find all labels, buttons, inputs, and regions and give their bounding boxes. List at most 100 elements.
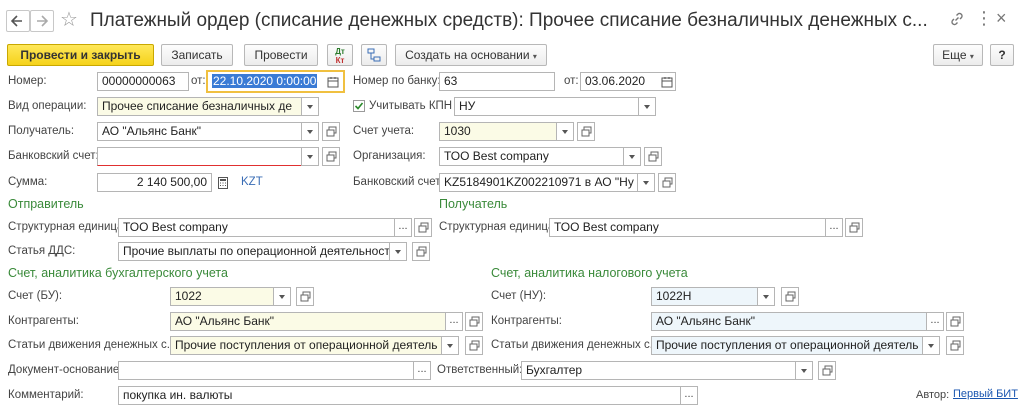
bank-account-dropdown-button[interactable] <box>301 147 319 166</box>
account-nu-dropdown-button[interactable] <box>757 287 775 306</box>
calendar-icon[interactable] <box>659 73 675 90</box>
responsible-dropdown-button[interactable] <box>795 361 813 380</box>
favorite-star-icon[interactable]: ☆ <box>60 8 78 32</box>
structure-button[interactable] <box>361 44 387 66</box>
forward-button[interactable] <box>30 10 54 32</box>
operation-label: Вид операции: <box>8 100 87 112</box>
dt-kt-button[interactable]: Дт Кт <box>327 44 353 66</box>
currency-link[interactable]: KZT <box>241 174 263 190</box>
bank-account2-dropdown-button[interactable] <box>637 173 655 192</box>
bank-account2-open-button[interactable] <box>658 173 676 192</box>
comment-label: Комментарий: <box>8 389 84 401</box>
recipient-dropdown-button[interactable] <box>301 122 319 141</box>
movement-bu-dropdown-button[interactable] <box>441 336 459 355</box>
more-button[interactable]: Еще ▾ <box>933 44 983 66</box>
recipient-input[interactable]: АО "Альянс Банк" <box>97 122 302 141</box>
recipient-label: Получатель: <box>8 125 75 137</box>
sender-unit-input[interactable]: ТОО Best company <box>118 218 395 237</box>
number-input[interactable]: 00000000063 <box>97 72 189 91</box>
sender-unit-select-button[interactable]: ... <box>394 218 412 237</box>
movement-nu-label: Статьи движения денежных с... <box>491 339 660 351</box>
contractors-bu-input[interactable]: АО "Альянс Банк" <box>170 312 446 331</box>
post-and-close-button[interactable]: Провести и закрыть <box>7 44 154 66</box>
contractors-nu-select-button[interactable]: ... <box>926 312 944 331</box>
help-button[interactable]: ? <box>990 44 1014 66</box>
menu-dots-icon[interactable]: ⋮ <box>975 6 993 30</box>
dds-dropdown-button[interactable] <box>389 242 407 261</box>
account-open-button[interactable] <box>577 122 595 141</box>
dds-input[interactable]: Прочие выплаты по операционной деятельно… <box>118 242 390 261</box>
kpn-checkbox[interactable] <box>353 100 365 112</box>
responsible-open-button[interactable] <box>818 361 836 380</box>
arrow-left-icon <box>10 15 22 27</box>
bank-number-input[interactable]: 63 <box>439 72 555 91</box>
dds-open-button[interactable] <box>412 242 430 261</box>
open-window-icon <box>469 340 480 351</box>
bank-account-input[interactable] <box>97 147 302 166</box>
operation-select[interactable]: Прочее списание безналичных де <box>97 97 302 116</box>
account-nu-input[interactable]: 1022Н <box>651 287 758 306</box>
contractors-nu-input[interactable]: АО "Альянс Банк" <box>651 312 927 331</box>
comment-edit-button[interactable]: ... <box>680 386 698 405</box>
calculator-icon[interactable] <box>215 174 231 191</box>
movement-nu-dropdown-button[interactable] <box>922 336 940 355</box>
bank-account2-input[interactable]: KZ5184901KZ002210971 в АО "Ну <box>439 173 638 192</box>
chevron-down-icon <box>629 154 635 159</box>
back-button[interactable] <box>6 10 30 32</box>
link-icon[interactable] <box>948 10 966 31</box>
bank-account-label: Банковский счет: <box>8 150 99 162</box>
calendar-icon[interactable] <box>325 73 341 90</box>
kpn-dropdown-button[interactable] <box>638 97 656 116</box>
contractors-bu-select-button[interactable]: ... <box>445 312 463 331</box>
receiver-unit-select-button[interactable]: ... <box>825 218 843 237</box>
close-icon[interactable]: × <box>996 6 1007 30</box>
post-button[interactable]: Провести <box>244 44 318 66</box>
movement-bu-label: Статьи движения денежных с... <box>8 339 177 351</box>
recipient-open-button[interactable] <box>322 122 340 141</box>
chevron-down-icon <box>307 154 313 159</box>
responsible-label: Ответственный: <box>437 364 523 376</box>
open-window-icon <box>418 222 429 233</box>
account-bu-input[interactable]: 1022 <box>170 287 274 306</box>
movement-bu-open-button[interactable] <box>465 336 483 355</box>
bank-account-open-button[interactable] <box>322 147 340 166</box>
account-bu-open-button[interactable] <box>296 287 314 306</box>
number-label: Номер: <box>8 75 47 87</box>
movement-nu-input[interactable]: Прочие поступления от операционной деяте… <box>651 336 923 355</box>
account-input[interactable]: 1030 <box>439 122 557 141</box>
open-window-icon <box>416 246 427 257</box>
movement-bu-input[interactable]: Прочие поступления от операционной деяте… <box>170 336 442 355</box>
sum-input[interactable]: 2 140 500,00 <box>97 173 212 192</box>
receiver-unit-open-button[interactable] <box>845 218 863 237</box>
basis-input[interactable] <box>118 361 414 380</box>
movement-nu-open-button[interactable] <box>946 336 964 355</box>
open-window-icon <box>648 151 659 162</box>
save-button[interactable]: Записать <box>161 44 233 66</box>
organization-open-button[interactable] <box>644 147 662 166</box>
receiver-unit-input[interactable]: ТОО Best company <box>549 218 826 237</box>
organization-label: Организация: <box>353 150 426 162</box>
basis-select-button[interactable]: ... <box>413 361 431 380</box>
checkmark-icon <box>354 102 364 110</box>
responsible-input[interactable]: Бухгалтер <box>521 361 796 380</box>
comment-input[interactable]: покупка ин. валюты <box>118 386 681 405</box>
chevron-down-icon <box>801 368 807 373</box>
chevron-down-icon <box>644 104 650 109</box>
account-dropdown-button[interactable] <box>556 122 574 141</box>
contractors-bu-open-button[interactable] <box>465 312 483 331</box>
contractors-nu-open-button[interactable] <box>946 312 964 331</box>
author-link[interactable]: Первый БИТ <box>953 388 1018 400</box>
account-nu-open-button[interactable] <box>781 287 799 306</box>
chevron-down-icon <box>279 294 285 299</box>
sender-unit-open-button[interactable] <box>414 218 432 237</box>
structure-icon <box>367 48 381 62</box>
organization-dropdown-button[interactable] <box>623 147 641 166</box>
organization-input[interactable]: ТОО Best company <box>439 147 624 166</box>
account-bu-dropdown-button[interactable] <box>273 287 291 306</box>
create-based-on-button[interactable]: Создать на основании ▾ <box>395 44 547 66</box>
receiver-section-title: Получатель <box>439 197 508 211</box>
kpn-select[interactable]: НУ <box>454 97 639 116</box>
operation-dropdown-button[interactable] <box>301 97 319 116</box>
chevron-down-icon <box>307 129 313 134</box>
open-window-icon <box>300 291 311 302</box>
